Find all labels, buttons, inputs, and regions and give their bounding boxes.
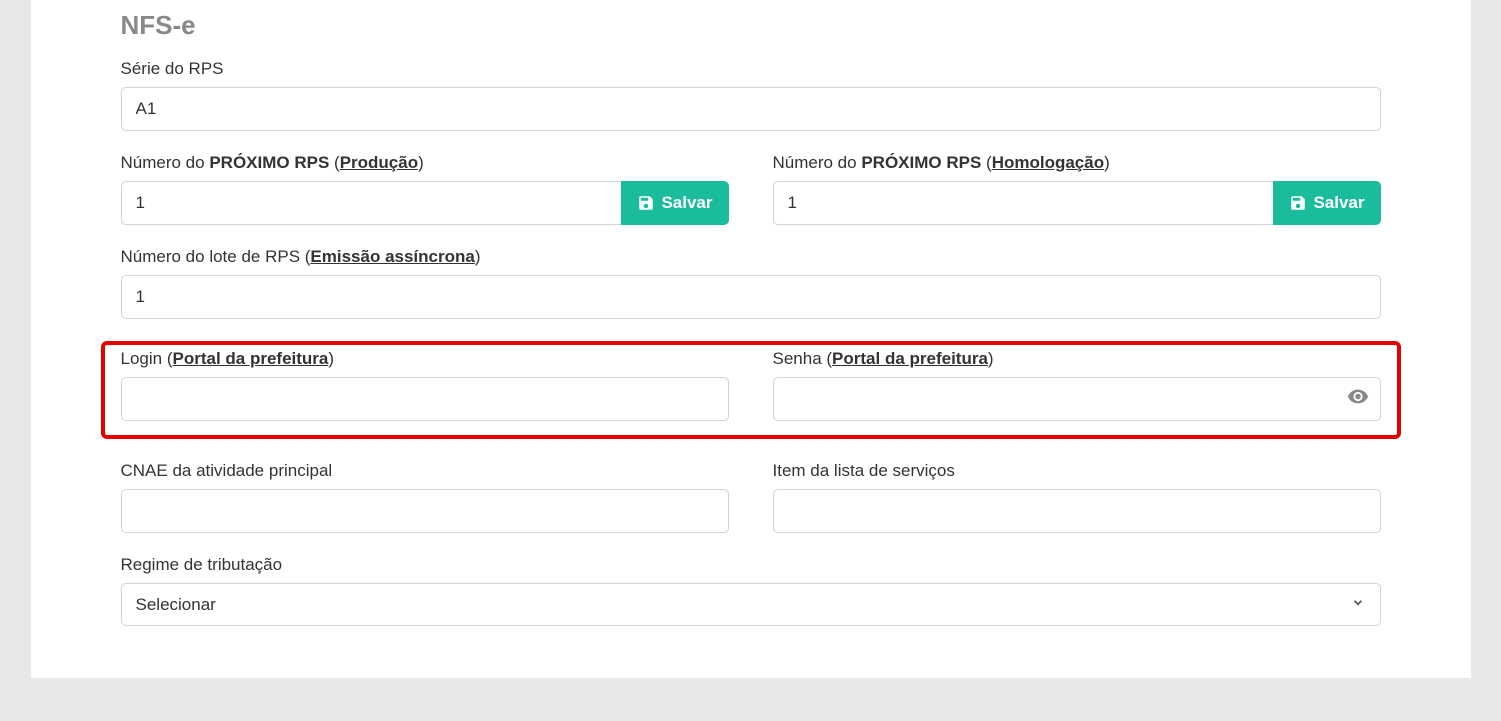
label-text: ( — [981, 153, 991, 172]
lote-rps-input[interactable] — [121, 275, 1381, 319]
emissao-assincrona-link[interactable]: Emissão assíncrona — [310, 247, 474, 266]
serie-rps-label: Série do RPS — [121, 59, 1381, 79]
regime-tributacao-group: Regime de tributação Selecionar — [121, 555, 1381, 626]
proximo-rps-homolog-input[interactable] — [773, 181, 1274, 225]
save-producao-button[interactable]: Salvar — [621, 181, 728, 225]
homologacao-link[interactable]: Homologação — [992, 153, 1104, 172]
portal-prefeitura-link[interactable]: Portal da prefeitura — [172, 349, 328, 368]
item-lista-input[interactable] — [773, 489, 1381, 533]
label-bold: PRÓXIMO RPS — [861, 153, 981, 172]
save-icon — [1289, 194, 1307, 212]
producao-link[interactable]: Produção — [340, 153, 418, 172]
label-text: Número do lote de RPS ( — [121, 247, 311, 266]
nfse-form-container: NFS-e Série do RPS Número do PRÓXIMO RPS… — [31, 0, 1471, 678]
serie-rps-group: Série do RPS — [121, 59, 1381, 131]
label-text: Senha ( — [773, 349, 833, 368]
regime-tributacao-select[interactable]: Selecionar — [121, 583, 1381, 626]
eye-icon — [1347, 386, 1369, 413]
serie-rps-input[interactable] — [121, 87, 1381, 131]
label-text: Número do — [773, 153, 862, 172]
label-text: ) — [328, 349, 334, 368]
proximo-rps-homolog-label: Número do PRÓXIMO RPS (Homologação) — [773, 153, 1381, 173]
login-group: Login (Portal da prefeitura) — [121, 349, 729, 421]
credentials-highlight-box: Login (Portal da prefeitura) Senha (Port… — [101, 341, 1401, 439]
label-text: Número do — [121, 153, 210, 172]
cnae-input[interactable] — [121, 489, 729, 533]
login-label: Login (Portal da prefeitura) — [121, 349, 729, 369]
save-label: Salvar — [661, 193, 712, 213]
label-text: Login ( — [121, 349, 173, 368]
proximo-rps-producao-label: Número do PRÓXIMO RPS (Produção) — [121, 153, 729, 173]
label-bold: PRÓXIMO RPS — [209, 153, 329, 172]
item-lista-group: Item da lista de serviços — [773, 461, 1381, 533]
cnae-label: CNAE da atividade principal — [121, 461, 729, 481]
senha-group: Senha (Portal da prefeitura) — [773, 349, 1381, 421]
save-homolog-button[interactable]: Salvar — [1273, 181, 1380, 225]
lote-rps-group: Número do lote de RPS (Emissão assíncron… — [121, 247, 1381, 319]
section-title: NFS-e — [121, 10, 1381, 41]
save-icon — [637, 194, 655, 212]
login-input[interactable] — [121, 377, 729, 421]
senha-label: Senha (Portal da prefeitura) — [773, 349, 1381, 369]
regime-tributacao-label: Regime de tributação — [121, 555, 1381, 575]
proximo-rps-producao-input[interactable] — [121, 181, 622, 225]
cnae-group: CNAE da atividade principal — [121, 461, 729, 533]
save-label: Salvar — [1313, 193, 1364, 213]
label-text: ( — [329, 153, 339, 172]
label-text: ) — [418, 153, 424, 172]
proximo-rps-homolog-group: Número do PRÓXIMO RPS (Homologação) Salv… — [773, 153, 1381, 225]
label-text: ) — [1104, 153, 1110, 172]
label-text: ) — [988, 349, 994, 368]
label-text: ) — [475, 247, 481, 266]
senha-input[interactable] — [773, 377, 1381, 421]
toggle-password-visibility[interactable] — [1347, 386, 1369, 413]
lote-rps-label: Número do lote de RPS (Emissão assíncron… — [121, 247, 1381, 267]
proximo-rps-producao-group: Número do PRÓXIMO RPS (Produção) Salvar — [121, 153, 729, 225]
portal-prefeitura-link[interactable]: Portal da prefeitura — [832, 349, 988, 368]
item-lista-label: Item da lista de serviços — [773, 461, 1381, 481]
